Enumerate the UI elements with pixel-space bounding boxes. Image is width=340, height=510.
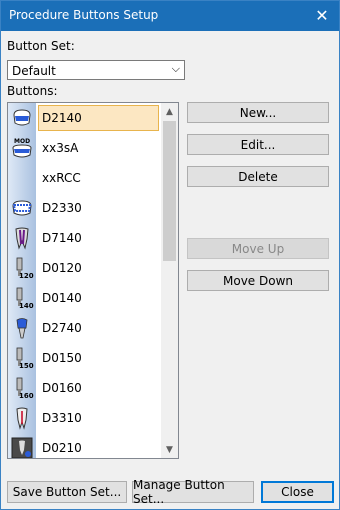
edit-button[interactable]: Edit... <box>187 134 329 155</box>
manage-button-set-button[interactable]: Manage Button Set... <box>132 478 254 506</box>
button-set-value: Default <box>12 64 56 78</box>
procedure-buttons-setup-dialog: Procedure Buttons Setup ✕ Button Set: De… <box>0 0 340 510</box>
list-item[interactable]: D2330 <box>8 193 161 223</box>
list-scrollbar[interactable]: ▲ ▼ <box>161 103 178 458</box>
scroll-thumb[interactable] <box>163 121 176 261</box>
delete-button[interactable]: Delete <box>187 166 329 187</box>
button-set-dropdown[interactable]: Default ⌵ <box>7 60 185 80</box>
list-item-label: xxRCC <box>42 171 81 185</box>
list-item-label: D2330 <box>42 201 82 215</box>
implant-140-icon: 140 <box>10 286 34 310</box>
scroll-up-icon[interactable]: ▲ <box>161 103 178 120</box>
move-up-button[interactable]: Move Up <box>187 238 329 259</box>
list-item[interactable]: 120 D0120 <box>8 253 161 283</box>
tooth-crown-hatched-icon <box>10 196 34 220</box>
buttons-list-rows: D2140 MOD xx3sA xxRCC D2330 D7140 120 D0120 140 D… <box>8 103 161 458</box>
implant-120-icon: 120 <box>10 256 34 280</box>
list-item[interactable]: D3310 <box>8 403 161 433</box>
list-item[interactable]: 160 D0160 <box>8 373 161 403</box>
title-bar: Procedure Buttons Setup ✕ <box>1 1 339 31</box>
svg-text:160: 160 <box>19 392 34 400</box>
xray-icon <box>10 436 34 458</box>
list-item-label: D7140 <box>42 231 82 245</box>
list-item[interactable]: D7140 <box>8 223 161 253</box>
buttons-label: Buttons: <box>7 84 58 98</box>
crown-post-icon <box>10 316 34 340</box>
close-button[interactable]: Close <box>261 481 334 503</box>
buttons-listbox[interactable]: D2140 MOD xx3sA xxRCC D2330 D7140 120 D0120 140 D… <box>7 102 179 459</box>
new-button[interactable]: New... <box>187 102 329 123</box>
list-item[interactable]: D0210 <box>8 433 161 458</box>
svg-text:140: 140 <box>19 302 34 310</box>
implant-160-icon: 160 <box>10 376 34 400</box>
svg-text:120: 120 <box>19 272 34 280</box>
move-down-button[interactable]: Move Down <box>187 270 329 291</box>
list-item-label: D0210 <box>42 441 82 455</box>
tooth-mod-icon: MOD <box>10 136 34 160</box>
tooth-root-icon <box>10 226 34 250</box>
implant-150-icon: 150 <box>10 346 34 370</box>
list-item-label: D0160 <box>42 381 82 395</box>
list-item[interactable]: xxRCC <box>8 163 161 193</box>
scroll-down-icon[interactable]: ▼ <box>161 441 178 458</box>
tooth-root-canal-icon <box>10 406 34 430</box>
list-item[interactable]: 140 D0140 <box>8 283 161 313</box>
window-title: Procedure Buttons Setup <box>9 8 159 22</box>
list-item-label: xx3sA <box>42 141 79 155</box>
list-item-label: D0150 <box>42 351 82 365</box>
list-item[interactable]: D2740 <box>8 313 161 343</box>
list-item-label: D2140 <box>42 111 82 125</box>
list-item-label: D0120 <box>42 261 82 275</box>
list-item-label: D3310 <box>42 411 82 425</box>
svg-text:MOD: MOD <box>14 138 30 145</box>
save-button-set-button[interactable]: Save Button Set... <box>7 481 127 503</box>
list-item[interactable]: MOD xx3sA <box>8 133 161 163</box>
close-window-icon[interactable]: ✕ <box>311 4 333 26</box>
svg-text:150: 150 <box>19 362 34 370</box>
list-item[interactable]: 150 D0150 <box>8 343 161 373</box>
button-set-label: Button Set: <box>7 39 75 53</box>
tooth-crown-filling-icon <box>10 106 34 130</box>
chevron-down-icon: ⌵ <box>171 62 180 75</box>
list-item-label: D0140 <box>42 291 82 305</box>
list-item[interactable]: D2140 <box>8 103 161 133</box>
list-item-label: D2740 <box>42 321 82 335</box>
